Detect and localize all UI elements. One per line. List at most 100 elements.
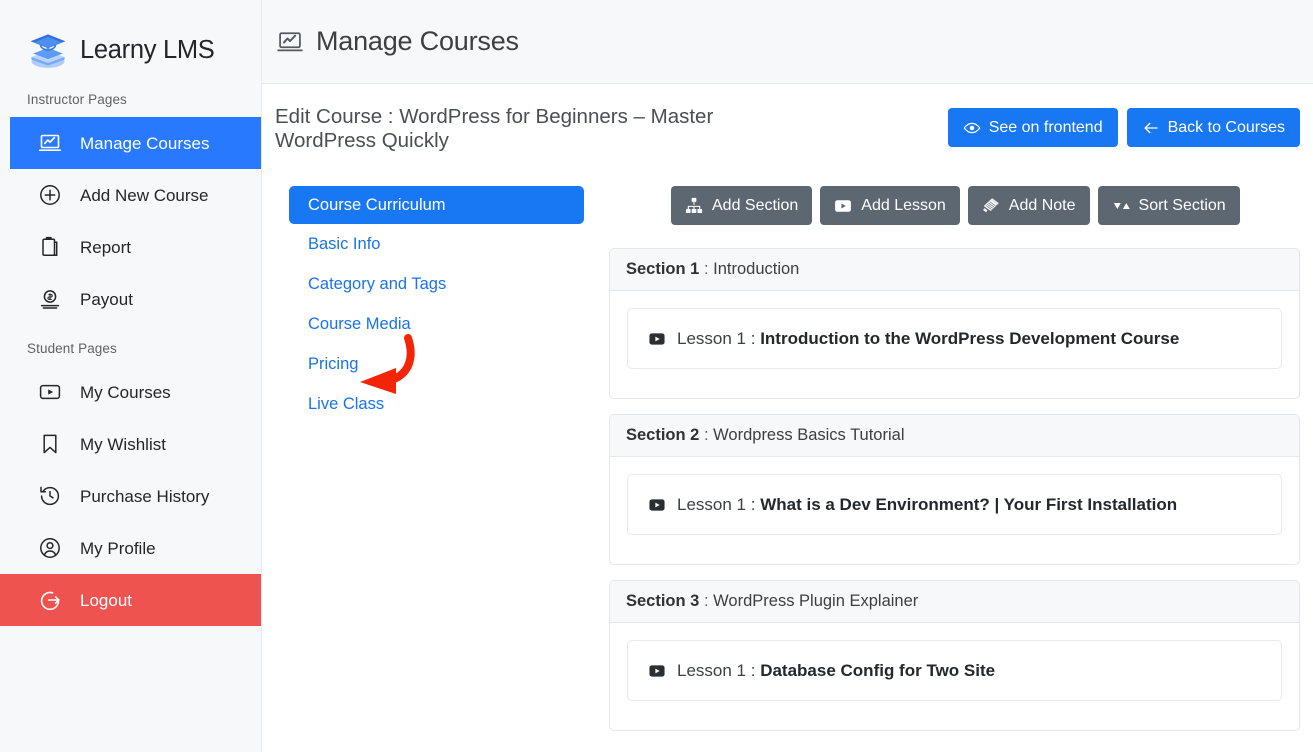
section-number: Section 2 xyxy=(626,426,700,445)
section-number: Section 1 xyxy=(626,260,700,279)
sidebar-item-label: Manage Courses xyxy=(80,133,210,153)
add-section-button[interactable]: Add Section xyxy=(671,186,813,226)
lesson-text: Lesson 1 : What is a Dev Environment? | … xyxy=(677,495,1177,515)
app-root: Learny LMS Instructor Pages Manage Cours… xyxy=(0,0,1313,752)
page-title: Manage Courses xyxy=(316,26,519,56)
sort-arrows-icon xyxy=(1112,197,1130,215)
tab-live-class[interactable]: Live Class xyxy=(289,384,607,424)
main-content: Manage Courses Edit Course : WordPress f… xyxy=(262,0,1313,752)
logout-arrow-icon xyxy=(38,588,62,612)
section-number: Section 3 xyxy=(626,592,700,611)
tab-label: Category and Tags xyxy=(308,274,447,293)
lesson-title: Database Config for Two Site xyxy=(760,660,996,680)
laptop-chart-icon xyxy=(276,28,304,56)
lesson-title: Introduction to the WordPress Developmen… xyxy=(760,328,1180,348)
section-card[interactable]: Section 2 : Wordpress Basics Tutorial Le… xyxy=(609,414,1300,566)
user-circle-icon xyxy=(38,536,62,560)
clipboard-icon xyxy=(38,235,62,259)
sidebar-item-label: Report xyxy=(80,237,132,257)
sidebar-item-label: My Wishlist xyxy=(80,434,166,454)
lesson-number: Lesson 1 xyxy=(677,328,746,348)
edit-course-title: Edit Course : WordPress for Beginners – … xyxy=(275,105,714,153)
plus-circle-icon xyxy=(38,183,62,207)
body-columns: Course Curriculum Basic Info Category an… xyxy=(262,153,1313,746)
sidebar-item-label: Logout xyxy=(80,590,132,610)
section-header: Section 1 : Introduction xyxy=(610,249,1299,292)
sidebar: Learny LMS Instructor Pages Manage Cours… xyxy=(0,0,262,752)
page-header: Manage Courses xyxy=(262,0,1313,84)
section-name: WordPress Plugin Explainer xyxy=(713,592,919,611)
header-actions: See on frontend Back to Courses xyxy=(947,105,1300,147)
play-rect-icon xyxy=(648,330,666,348)
sidebar-item-label: My Profile xyxy=(80,538,156,558)
sidebar-item-my-wishlist[interactable]: My Wishlist xyxy=(10,418,261,470)
tab-label: Live Class xyxy=(308,394,385,413)
bookmark-icon xyxy=(38,432,62,456)
money-hand-icon xyxy=(38,287,62,311)
toolbar-label: Add Section xyxy=(712,196,799,214)
section-name: Wordpress Basics Tutorial xyxy=(713,426,905,445)
toolbar-label: Add Note xyxy=(1008,196,1076,214)
sidebar-item-purchase-history[interactable]: Purchase History xyxy=(10,470,261,522)
sidebar-item-my-profile[interactable]: My Profile xyxy=(10,522,261,574)
lesson-text: Lesson 1 : Introduction to the WordPress… xyxy=(677,329,1179,349)
add-note-button[interactable]: Add Note xyxy=(967,186,1090,226)
nav-group-label-student: Student Pages xyxy=(27,341,117,356)
curriculum-toolbar: Add Section Add Lesson Add Note Sort Sec… xyxy=(607,186,1300,226)
section-card[interactable]: Section 3 : WordPress Plugin Explainer L… xyxy=(609,580,1300,732)
see-on-frontend-button[interactable]: See on frontend xyxy=(947,108,1118,147)
section-body: Lesson 1 : What is a Dev Environment? | … xyxy=(610,457,1299,564)
sort-section-button[interactable]: Sort Section xyxy=(1097,186,1240,226)
tab-course-curriculum[interactable]: Course Curriculum xyxy=(289,186,584,225)
laptop-chart-icon xyxy=(38,131,62,155)
back-to-courses-button[interactable]: Back to Courses xyxy=(1126,108,1300,147)
toolbar-label: Sort Section xyxy=(1138,196,1226,214)
tab-label: Course Curriculum xyxy=(308,195,446,214)
section-header: Section 2 : Wordpress Basics Tutorial xyxy=(610,415,1299,458)
sidebar-item-logout[interactable]: Logout xyxy=(0,574,261,626)
section-header: Section 3 : WordPress Plugin Explainer xyxy=(610,581,1299,624)
sidebar-item-my-courses[interactable]: My Courses xyxy=(10,366,261,418)
lesson-separator: : xyxy=(750,660,756,680)
see-on-frontend-label: See on frontend xyxy=(988,118,1103,136)
lesson-text: Lesson 1 : Database Config for Two Site xyxy=(677,661,995,681)
sidebar-item-label: Payout xyxy=(80,289,133,309)
section-body: Lesson 1 : Database Config for Two Site xyxy=(610,623,1299,730)
toolbar-label: Add Lesson xyxy=(861,196,946,214)
lesson-number: Lesson 1 xyxy=(677,660,746,680)
sidebar-item-add-new-course[interactable]: Add New Course xyxy=(10,169,261,221)
lesson-row[interactable]: Lesson 1 : Introduction to the WordPress… xyxy=(627,308,1282,370)
nav-group-label-instructor: Instructor Pages xyxy=(27,92,127,107)
sidebar-item-report[interactable]: Report xyxy=(10,221,261,273)
section-name: Introduction xyxy=(713,260,800,279)
brand[interactable]: Learny LMS xyxy=(0,0,261,76)
lesson-row[interactable]: Lesson 1 : What is a Dev Environment? | … xyxy=(627,474,1282,536)
lesson-row[interactable]: Lesson 1 : Database Config for Two Site xyxy=(627,640,1282,702)
tab-label: Pricing xyxy=(308,354,359,373)
tab-basic-info[interactable]: Basic Info xyxy=(289,224,607,264)
play-rect-icon xyxy=(648,662,666,680)
lesson-number: Lesson 1 xyxy=(677,494,746,514)
sitemap-icon xyxy=(685,197,703,215)
play-rect-icon xyxy=(834,197,852,215)
brand-name: Learny LMS xyxy=(80,35,215,64)
add-lesson-button[interactable]: Add Lesson xyxy=(820,186,960,226)
sidebar-item-manage-courses[interactable]: Manage Courses xyxy=(10,117,261,169)
tab-label: Basic Info xyxy=(308,234,381,253)
play-rect-icon xyxy=(38,380,62,404)
section-body: Lesson 1 : Introduction to the WordPress… xyxy=(610,291,1299,398)
sidebar-item-payout[interactable]: Payout xyxy=(10,273,261,325)
eye-icon xyxy=(963,119,981,137)
tab-pricing[interactable]: Pricing xyxy=(289,344,607,384)
lesson-separator: : xyxy=(750,328,756,348)
sidebar-item-label: Add New Course xyxy=(80,185,209,205)
tab-category-and-tags[interactable]: Category and Tags xyxy=(289,264,607,304)
subheader: Edit Course : WordPress for Beginners – … xyxy=(262,84,1313,153)
arrow-left-icon xyxy=(1142,119,1160,137)
play-rect-icon xyxy=(648,496,666,514)
sidebar-item-label: Purchase History xyxy=(80,486,210,506)
tab-course-media[interactable]: Course Media xyxy=(289,304,607,344)
section-card[interactable]: Section 1 : Introduction Lesson 1: Intr… xyxy=(609,248,1300,400)
back-to-courses-label: Back to Courses xyxy=(1167,118,1285,136)
clock-history-icon xyxy=(38,484,62,508)
